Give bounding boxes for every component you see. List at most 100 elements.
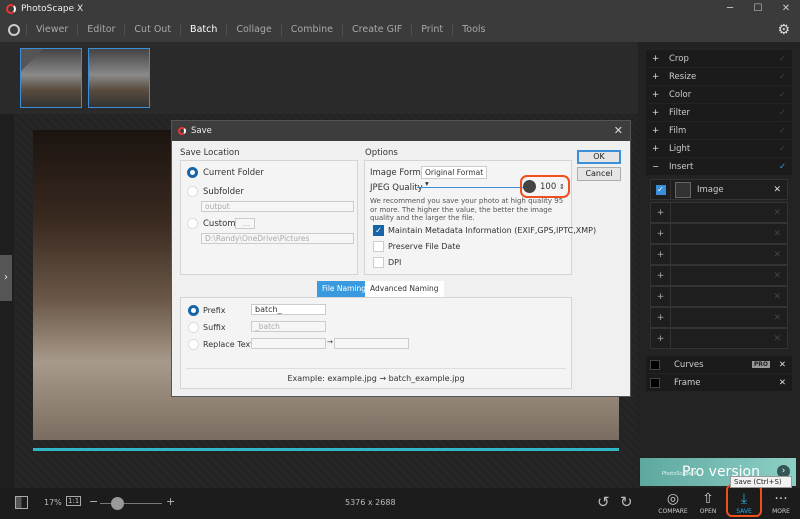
tab-print[interactable]: Print <box>411 24 452 36</box>
panel-item-insert[interactable]: − Insert ✓ <box>646 158 792 175</box>
replace-text-radio[interactable] <box>188 339 199 350</box>
maintain-metadata-checkbox[interactable]: ✓ <box>373 225 384 236</box>
tab-collage[interactable]: Collage <box>226 24 280 36</box>
plus-icon[interactable]: + <box>651 224 671 243</box>
plus-icon[interactable]: + <box>651 203 671 222</box>
custom-radio[interactable] <box>187 218 198 229</box>
suffix-input[interactable]: _batch <box>251 321 326 332</box>
tab-batch[interactable]: Batch <box>180 24 226 36</box>
close-icon[interactable]: ✕ <box>773 313 781 323</box>
checkbox[interactable]: ✓ <box>651 180 671 199</box>
panel-item-resize[interactable]: + Resize ✓ <box>646 68 792 85</box>
plus-icon[interactable]: + <box>651 329 671 348</box>
panel-item-frame[interactable]: Frame ✕ <box>646 374 792 391</box>
save-button[interactable]: ⤓ SAVE <box>726 484 762 517</box>
image-format-select[interactable]: Original Format ▾ <box>421 166 487 188</box>
close-icon[interactable]: ✕ <box>773 292 781 302</box>
close-icon[interactable]: ✕ <box>779 378 786 388</box>
close-icon[interactable]: ✕ <box>779 360 786 370</box>
insert-slot[interactable]: + ✕ <box>650 223 788 244</box>
ok-button[interactable]: OK <box>577 150 621 164</box>
actual-size-button[interactable]: 1:1 <box>66 496 82 506</box>
tab-file-naming[interactable]: File Naming <box>317 281 372 297</box>
suffix-radio[interactable] <box>188 322 199 333</box>
expand-left-panel-button[interactable]: › <box>0 255 12 301</box>
plus-icon[interactable]: + <box>651 287 671 306</box>
compare-button[interactable]: ◎ COMPARE <box>655 490 691 515</box>
subfolder-radio[interactable] <box>187 186 198 197</box>
checkbox[interactable] <box>650 377 660 388</box>
check-icon[interactable]: ✓ <box>779 90 786 100</box>
close-icon[interactable]: ✕ <box>614 124 623 137</box>
tab-tools[interactable]: Tools <box>452 24 494 36</box>
close-icon[interactable]: ✕ <box>773 229 781 239</box>
search-icon[interactable] <box>8 24 20 36</box>
panel-toggle-icon[interactable] <box>15 496 28 509</box>
tab-combine[interactable]: Combine <box>280 24 342 36</box>
thumbnail[interactable] <box>88 48 150 108</box>
cancel-button[interactable]: Cancel <box>577 167 621 181</box>
tab-viewer[interactable]: Viewer <box>26 24 77 36</box>
close-icon[interactable]: ✕ <box>773 208 781 218</box>
insert-slot[interactable]: + ✕ <box>650 286 788 307</box>
check-icon[interactable]: ✓ <box>779 144 786 154</box>
tab-editor[interactable]: Editor <box>77 24 124 36</box>
tab-cut-out[interactable]: Cut Out <box>124 24 180 36</box>
checkbox[interactable] <box>650 359 660 370</box>
more-button[interactable]: ··· MORE <box>763 490 799 515</box>
panel-item-crop[interactable]: + Crop ✓ <box>646 50 792 67</box>
rotate-left-icon[interactable]: ↺ <box>597 493 610 511</box>
plus-icon[interactable]: + <box>651 245 671 264</box>
insert-slot[interactable]: + ✕ <box>650 265 788 286</box>
insert-slot[interactable]: + ✕ <box>650 202 788 223</box>
panel-item-color[interactable]: + Color ✓ <box>646 86 792 103</box>
zoom-slider[interactable] <box>100 503 162 504</box>
dpi-checkbox[interactable] <box>373 257 384 268</box>
insert-slot[interactable]: + ✕ <box>650 307 788 328</box>
close-icon[interactable]: ✕ <box>773 334 781 344</box>
close-icon[interactable]: ✕ <box>773 271 781 281</box>
minimize-button[interactable]: ─ <box>716 0 744 18</box>
plus-icon[interactable]: + <box>651 266 671 285</box>
replace-to-input[interactable] <box>334 338 409 349</box>
check-icon[interactable]: ✓ <box>779 72 786 82</box>
open-button[interactable]: ⇧ OPEN <box>690 490 726 515</box>
plus-icon[interactable]: + <box>651 308 671 327</box>
zoom-in-icon[interactable]: + <box>166 495 175 508</box>
panel-item-film[interactable]: + Film ✓ <box>646 122 792 139</box>
jpeg-quality-handle[interactable] <box>523 180 536 193</box>
close-icon[interactable]: ✕ <box>773 185 781 195</box>
check-icon[interactable]: ✓ <box>779 54 786 64</box>
browse-button[interactable]: ... <box>235 218 255 229</box>
preserve-date-checkbox[interactable] <box>373 241 384 252</box>
insert-row-image[interactable]: ✓ Image ✕ <box>650 179 788 200</box>
check-icon[interactable]: ✓ <box>779 108 786 118</box>
rotate-right-icon[interactable]: ↻ <box>620 493 633 511</box>
close-icon[interactable]: ✕ <box>773 250 781 260</box>
custom-path-input[interactable]: D:\Randy\OneDrive\Pictures <box>201 233 354 244</box>
app-logo-icon <box>6 4 16 14</box>
gear-icon[interactable]: ⚙ <box>777 22 790 38</box>
zoom-slider-handle[interactable] <box>110 497 124 510</box>
tab-advanced-naming[interactable]: Advanced Naming <box>365 281 444 297</box>
jpeg-quality-stepper[interactable]: 100 ⇕ <box>540 182 565 192</box>
panel-item-light[interactable]: + Light ✓ <box>646 140 792 157</box>
check-icon[interactable]: ✓ <box>779 126 786 136</box>
thumbnail[interactable] <box>20 48 82 108</box>
current-folder-radio[interactable] <box>187 167 198 178</box>
zoom-out-icon[interactable]: − <box>89 495 98 508</box>
check-icon[interactable]: ✓ <box>779 162 786 172</box>
insert-slot[interactable]: + ✕ <box>650 328 788 349</box>
subfolder-input[interactable]: output <box>201 201 354 212</box>
stepper-icon[interactable]: ⇕ <box>559 183 565 191</box>
panel-item-curves[interactable]: Curves PRO ✕ <box>646 356 792 373</box>
panel-item-filter[interactable]: + Filter ✓ <box>646 104 792 121</box>
prefix-radio[interactable] <box>188 305 199 316</box>
tab-create-gif[interactable]: Create GIF <box>342 24 411 36</box>
jpeg-quality-slider[interactable] <box>417 187 525 188</box>
replace-from-input[interactable] <box>251 338 326 349</box>
prefix-input[interactable]: batch_ <box>251 304 326 315</box>
close-button[interactable]: ✕ <box>772 0 800 18</box>
insert-slot[interactable]: + ✕ <box>650 244 788 265</box>
maximize-button[interactable]: ☐ <box>744 0 772 18</box>
